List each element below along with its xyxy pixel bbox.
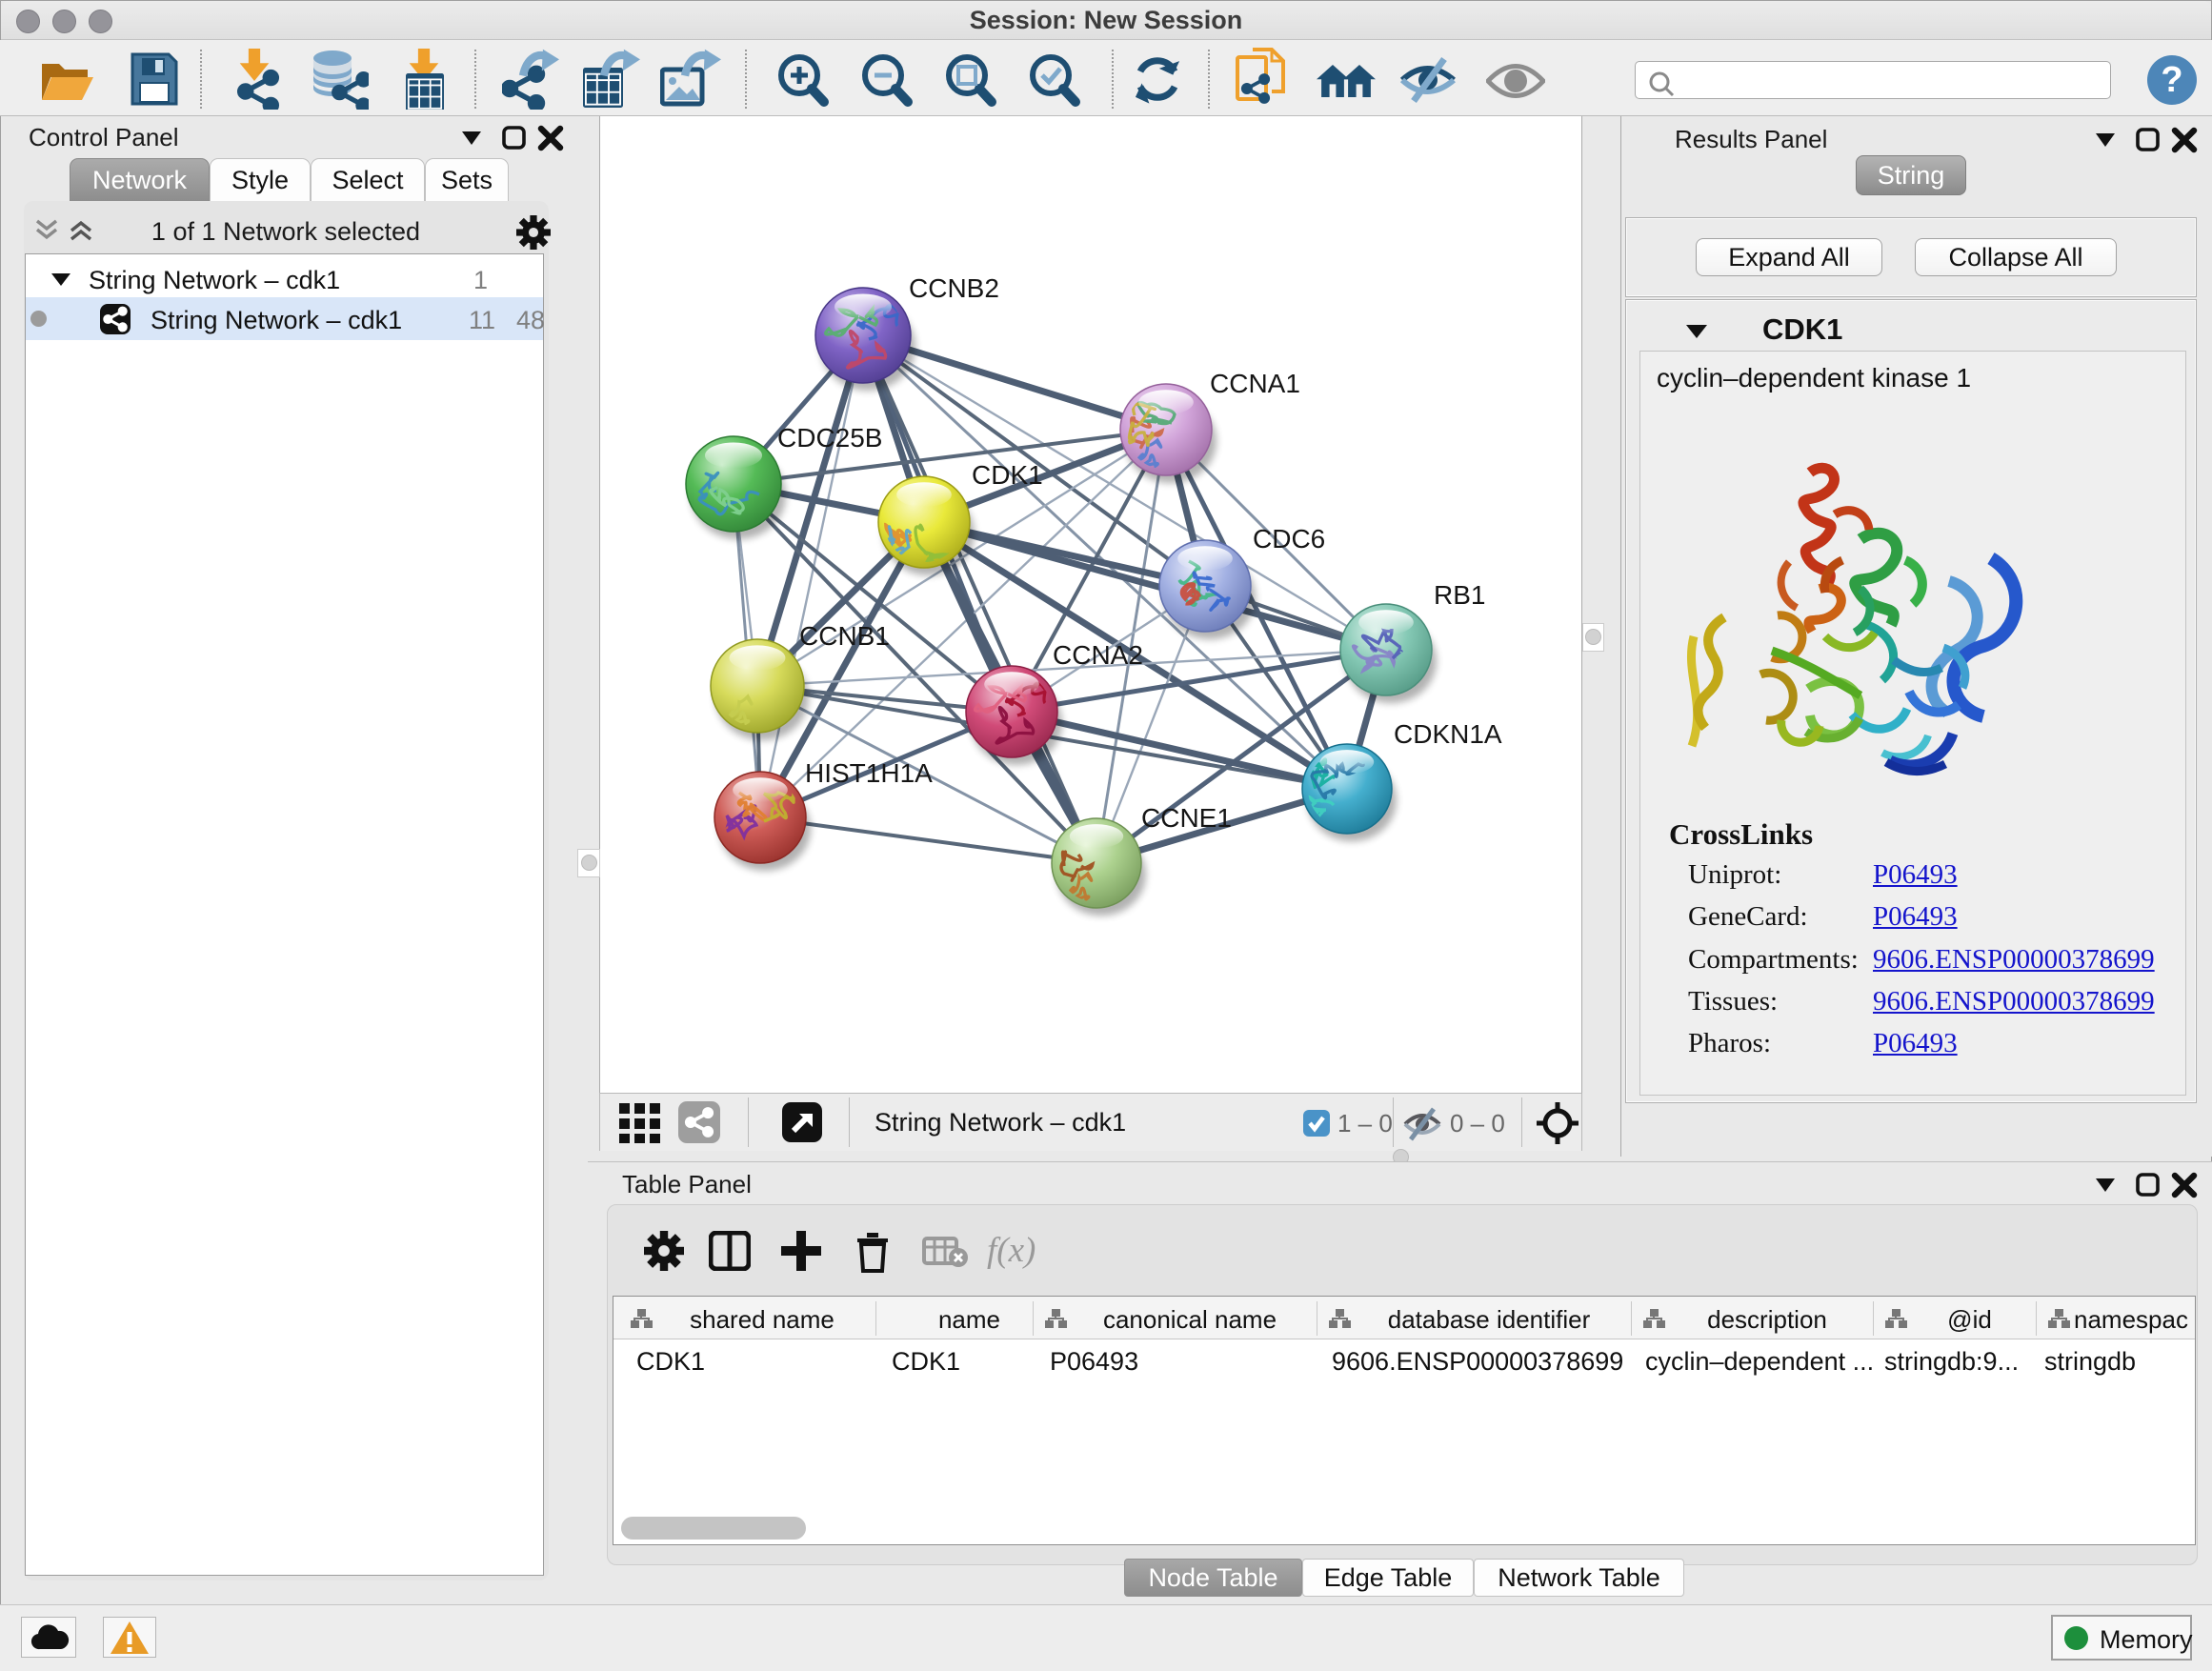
svg-text:CCNA1: CCNA1	[1210, 369, 1300, 398]
svg-text:HIST1H1A: HIST1H1A	[805, 758, 933, 788]
svg-text:CDKN1A: CDKN1A	[1394, 719, 1502, 749]
svg-text:CCNB1: CCNB1	[799, 621, 890, 651]
svg-text:CDC6: CDC6	[1253, 524, 1325, 554]
svg-text:CDK1: CDK1	[972, 460, 1043, 490]
svg-text:CCNA2: CCNA2	[1053, 640, 1143, 670]
svg-text:CCNB2: CCNB2	[909, 273, 999, 303]
svg-text:CDC25B: CDC25B	[777, 423, 882, 453]
svg-text:?: ?	[2161, 60, 2182, 100]
svg-text:RB1: RB1	[1434, 580, 1485, 610]
svg-text:CCNE1: CCNE1	[1141, 803, 1232, 833]
